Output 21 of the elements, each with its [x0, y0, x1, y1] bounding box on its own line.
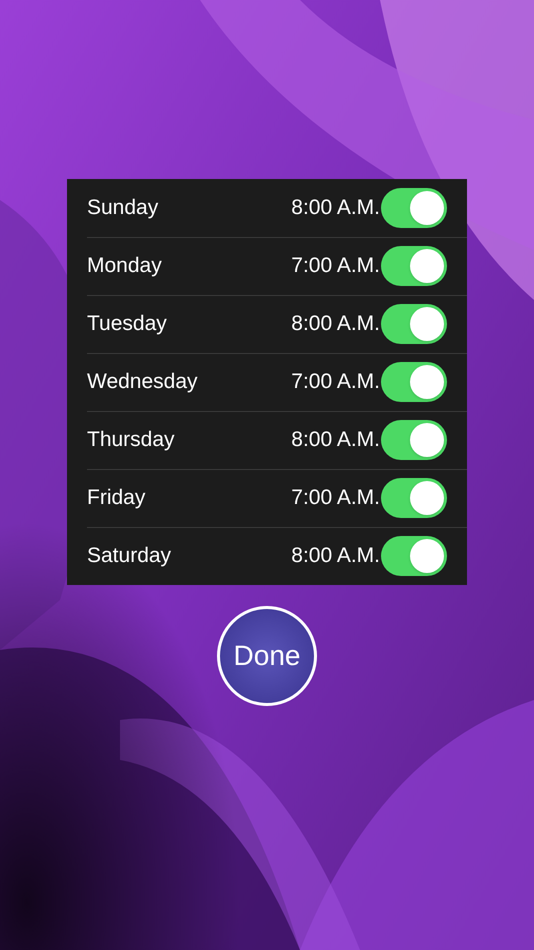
- alarm-time: 7:00 A.M.: [291, 253, 380, 280]
- day-label: Wednesday: [87, 369, 199, 396]
- toggle-switch[interactable]: [381, 420, 447, 460]
- day-label: Tuesday: [87, 311, 168, 338]
- alarm-time: 8:00 A.M.: [291, 195, 380, 222]
- toggle-switch[interactable]: [381, 246, 447, 286]
- alarm-time: 8:00 A.M.: [291, 427, 380, 454]
- alarm-time: 8:00 A.M.: [291, 311, 380, 338]
- toggle-switch[interactable]: [381, 304, 447, 344]
- day-label: Monday: [87, 253, 163, 280]
- day-label: Sunday: [87, 195, 160, 222]
- day-label: Thursday: [87, 427, 176, 454]
- day-label: Saturday: [87, 543, 172, 570]
- alarm-time: 8:00 A.M.: [291, 543, 380, 570]
- toggle-switch[interactable]: [381, 362, 447, 402]
- toggle-switch[interactable]: [381, 536, 447, 576]
- alarm-time: 7:00 A.M.: [291, 485, 380, 512]
- toggle-switch[interactable]: [381, 188, 447, 228]
- toggle-switch[interactable]: [381, 478, 447, 518]
- day-label: Friday: [87, 485, 146, 512]
- alarm-time: 7:00 A.M.: [291, 369, 380, 396]
